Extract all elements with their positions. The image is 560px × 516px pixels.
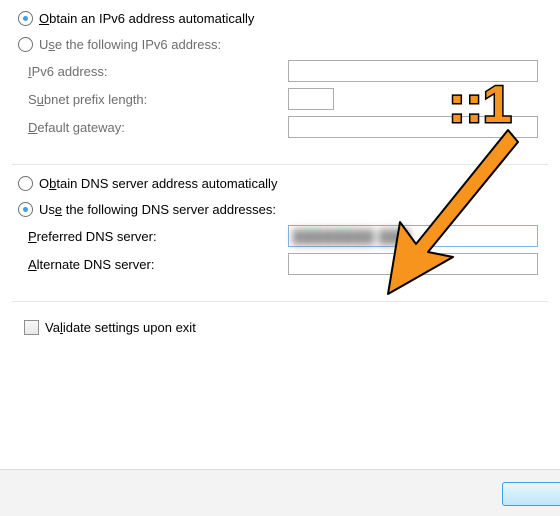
ipv6-use-following-label: Use the following IPv6 address: (39, 37, 221, 52)
ipv6-obtain-auto-label: Obtain an IPv6 address automatically (39, 11, 254, 26)
dns-use-following-label: Use the following DNS server addresses: (39, 202, 276, 217)
ipv6-use-following-radio[interactable] (18, 37, 33, 52)
ipv6-obtain-auto-row[interactable]: Obtain an IPv6 address automatically (18, 8, 542, 28)
preferred-dns-row: Preferred DNS server: ████████ ███ (18, 225, 542, 247)
dns-use-following-row[interactable]: Use the following DNS server addresses: (18, 199, 542, 219)
ipv6-obtain-auto-radio[interactable] (18, 11, 33, 26)
dns-obtain-auto-row[interactable]: Obtain DNS server address automatically (18, 173, 542, 193)
alternate-dns-input[interactable] (288, 253, 538, 275)
ipv6-address-row: IPv6 address: (18, 60, 542, 82)
ipv6-use-following-row[interactable]: Use the following IPv6 address: (18, 34, 542, 54)
ipv6-properties-panel: Obtain an IPv6 address automatically Use… (0, 0, 560, 516)
ipv6-prefix-input (288, 88, 334, 110)
alternate-dns-row: Alternate DNS server: (18, 253, 542, 275)
preferred-dns-input[interactable]: ████████ ███ (288, 225, 538, 247)
alternate-dns-label: Alternate DNS server: (18, 257, 288, 272)
ipv6-address-input (288, 60, 538, 82)
ipv6-gateway-input (288, 116, 538, 138)
preferred-dns-label: Preferred DNS server: (18, 229, 288, 244)
ipv6-address-group: Obtain an IPv6 address automatically Use… (12, 8, 548, 150)
ipv6-address-label: IPv6 address: (18, 64, 288, 79)
ipv6-gateway-row: Default gateway: (18, 116, 542, 138)
dns-obtain-auto-label: Obtain DNS server address automatically (39, 176, 277, 191)
validate-row[interactable]: Validate settings upon exit (24, 320, 560, 335)
ipv6-prefix-label: Subnet prefix length: (18, 92, 288, 107)
ipv6-gateway-label: Default gateway: (18, 120, 288, 135)
group-separator-2 (12, 301, 548, 302)
dns-obtain-auto-radio[interactable] (18, 176, 33, 191)
validate-checkbox[interactable] (24, 320, 39, 335)
dns-use-following-radio[interactable] (18, 202, 33, 217)
ok-button[interactable] (502, 482, 560, 506)
ipv6-prefix-row: Subnet prefix length: (18, 88, 542, 110)
dns-group: Obtain DNS server address automatically … (12, 173, 548, 287)
dialog-footer (0, 469, 560, 516)
group-separator (12, 164, 548, 165)
preferred-dns-value: ████████ ███ (293, 229, 410, 244)
validate-label: Validate settings upon exit (45, 320, 196, 335)
